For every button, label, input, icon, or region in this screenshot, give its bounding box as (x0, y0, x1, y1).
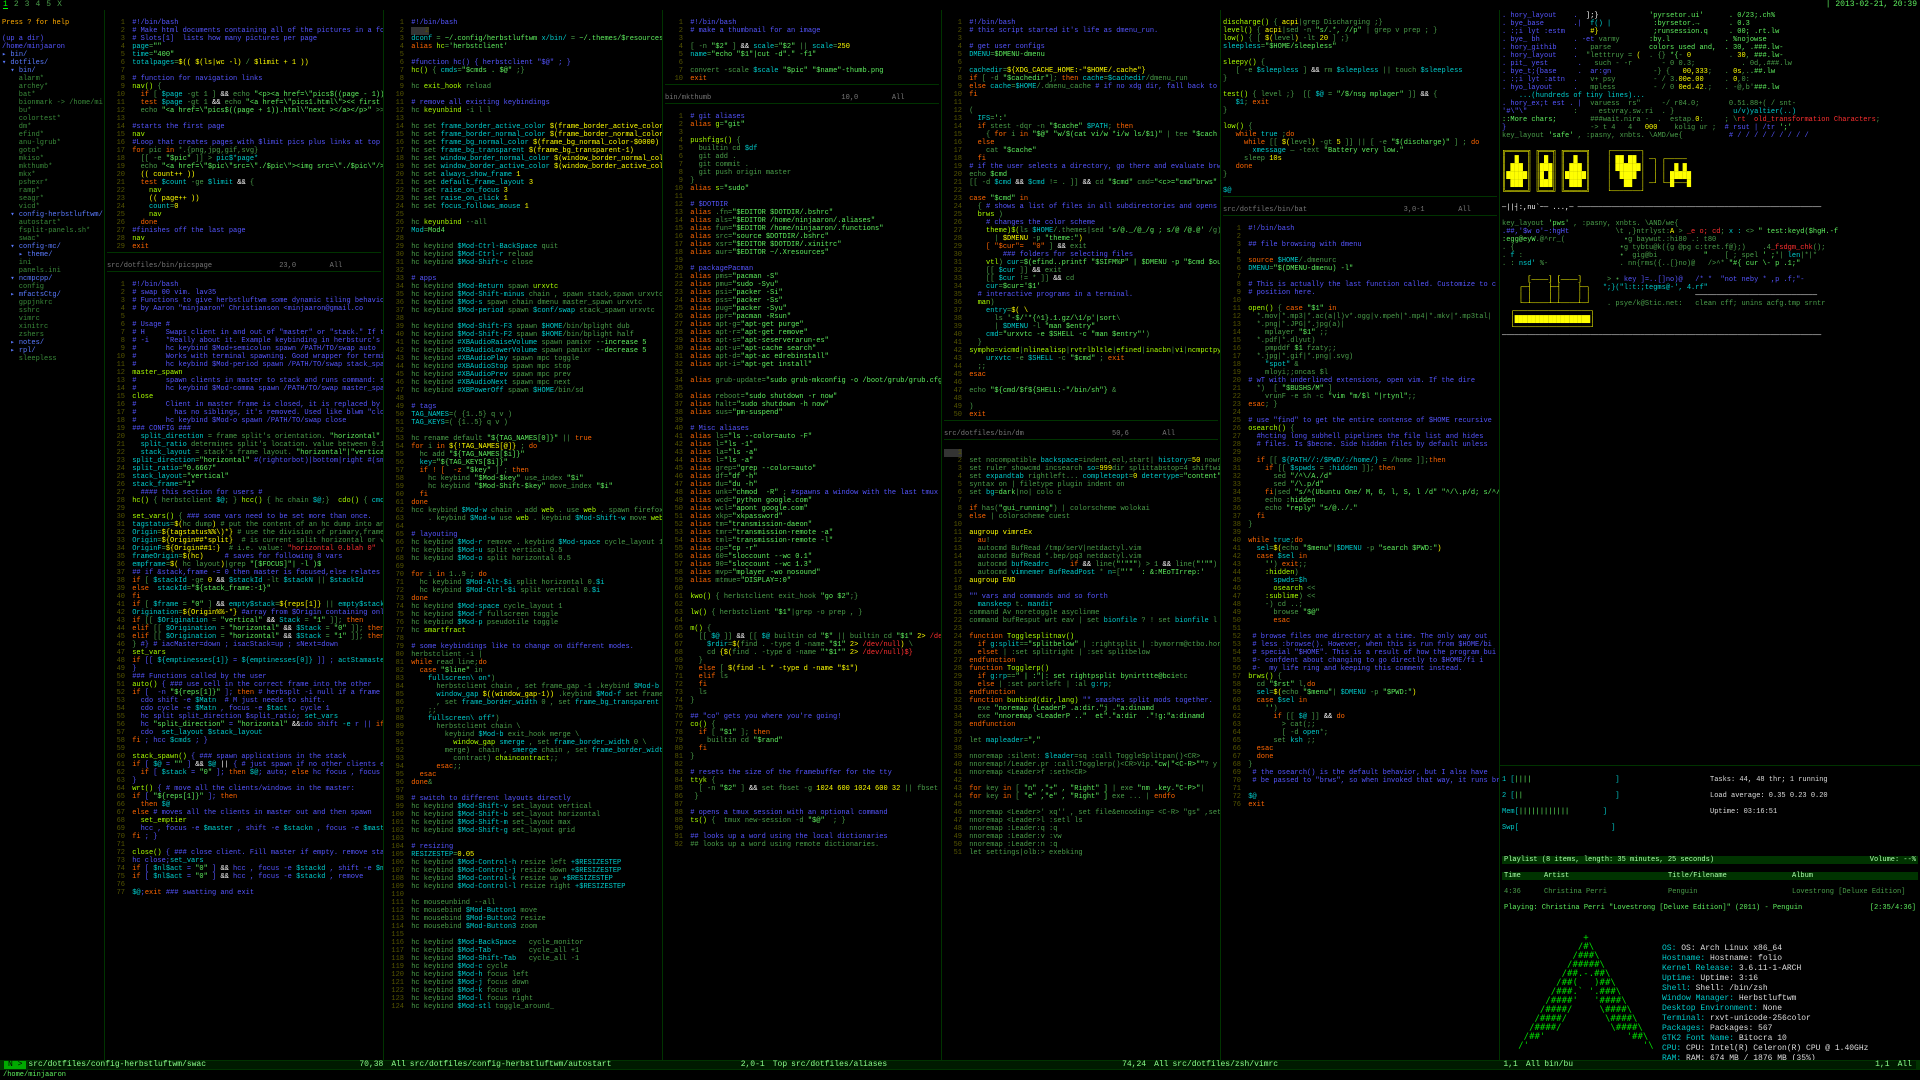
ncmpcpp-nowplaying: Playing: Christina Perri "Lovestrong [De… (1502, 904, 1918, 912)
right-column: . hory_layout . ];} 'pyrsetor.ui' . 0/23… (1500, 10, 1920, 1060)
status-host: N > (4, 1061, 26, 1069)
tag-2[interactable]: 2 (14, 1, 19, 9)
archey-uptime: Uptime: 3:16 (1700, 974, 1758, 983)
tag-5[interactable]: 5 (46, 1, 51, 9)
tag-3[interactable]: 3 (25, 1, 30, 9)
status-file-1: src/dotfiles/config-herbstluftwm/swac (28, 1061, 355, 1069)
top-panel: 1 2 3 4 5 X | 2013-02-21, 20:39 (0, 0, 1920, 10)
archey-os: OS: Arch Linux x86_64 (1681, 944, 1782, 953)
archey-shell: Shell: /bin/zsh (1696, 984, 1768, 993)
workspace-tags[interactable]: 1 2 3 4 5 X (3, 1, 62, 9)
bottom-right-panel: 1 [|||| ] Tasks: 44, 48 thr; 1 running 2… (1500, 765, 1920, 1060)
archey-cpu: CPU: Intel(R) Celeron(R) CPU @ 1.40GHz (1686, 1044, 1868, 1053)
ncmpcpp-track-row[interactable]: 4:36 Christina Perri Penguin Lovestrong … (1502, 888, 1918, 896)
htop-tasks: Tasks: 44, 48 thr; 1 running (1710, 776, 1918, 784)
status-file-3: src/dotfiles/aliases (791, 1061, 1118, 1069)
vim-statusline: N > src/dotfiles/config-herbstluftwm/swa… (0, 1060, 1920, 1070)
archey-pkg: Packages: 567 (1710, 1024, 1772, 1033)
htop-load: Load average: 0.35 0.23 0.20 (1710, 792, 1918, 800)
htop-uptime: Uptime: 03:16:51 (1710, 808, 1918, 816)
vim-pane-2[interactable]: 1 #!/bin/bash 2 2 3 dconf = ~/.config/he… (384, 10, 663, 1060)
clock: | 2013-02-21, 20:39 (1826, 1, 1917, 9)
vim-pane-5[interactable]: discharge() { acpi|grep Discharging ;} l… (1221, 10, 1500, 1060)
status-file-5: bin/bu (1544, 1061, 1871, 1069)
tag-x[interactable]: X (57, 1, 62, 9)
archey-logo: + /#\ /###\ /#####\ /##.-.##\ /##( )##\ … (1502, 934, 1918, 1060)
tag-1[interactable]: 1 (3, 1, 8, 9)
vim-pane-4[interactable]: 1 #!/bin/bash 2 # this script started it… (942, 10, 1221, 1060)
tag-4[interactable]: 4 (35, 1, 40, 9)
vim-pane-3[interactable]: 1 #!/bin/bash 2 # make a thumbnail for a… (663, 10, 942, 1060)
ncmpcpp-columns: Time Artist Title/Filename Album (1502, 872, 1918, 880)
ncmpcpp-playlist-header: Playlist (8 items, length: 35 minutes, 2… (1502, 856, 1918, 864)
vim-pane-1[interactable]: 1 #!/bin/bash 2 # Make html documents co… (105, 10, 384, 1060)
footer-cwd: /home/minjaaron (0, 1070, 1920, 1080)
code-dump-panel[interactable]: . hory_layout . ];} 'pyrsetor.ui' . 0/23… (1500, 10, 1920, 765)
status-file-4: src/dotfiles/zsh/vimrc (1172, 1061, 1499, 1069)
status-file-2: src/dotfiles/config-herbstluftwm/autosta… (410, 1061, 737, 1069)
archey-host: Hostname: folio (1710, 954, 1782, 963)
nerdtree-sidebar[interactable]: Press ? for help (up a dir) /home/minjaa… (0, 10, 105, 1060)
